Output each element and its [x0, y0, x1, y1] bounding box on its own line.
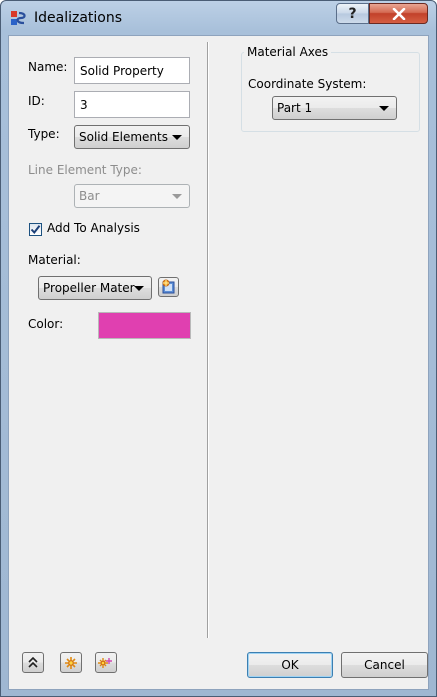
coordinate-system-value: Part 1 [277, 101, 313, 115]
material-dropdown-value: Propeller Mater [43, 281, 135, 295]
material-browse-button[interactable] [158, 277, 179, 297]
chevron-down-icon [134, 286, 144, 291]
type-label: Type: [28, 127, 60, 141]
coordinate-system-dropdown[interactable]: Part 1 [272, 96, 397, 120]
new-item-button[interactable] [60, 652, 82, 673]
material-axes-title: Material Axes [244, 45, 332, 59]
dialog-body: Name: Solid Property ID: 3 Type: Solid E… [8, 35, 429, 690]
material-dropdown[interactable]: Propeller Mater [38, 276, 152, 300]
cancel-button[interactable]: Cancel [341, 652, 428, 678]
add-to-analysis-label[interactable]: Add To Analysis [47, 221, 140, 235]
title-bar[interactable]: Idealizations ? [1, 1, 436, 35]
name-field-value: Solid Property [80, 63, 164, 78]
id-field-value: 3 [80, 97, 88, 112]
sparkle-new-icon [65, 656, 77, 669]
ok-button[interactable]: OK [247, 652, 333, 678]
material-axes-group [241, 52, 420, 132]
ok-button-label: OK [281, 658, 299, 672]
chevron-down-icon [172, 194, 182, 199]
name-label: Name: [28, 60, 68, 74]
chevron-down-icon [172, 135, 182, 140]
color-swatch[interactable] [98, 312, 191, 339]
line-element-type-label: Line Element Type: [28, 163, 142, 177]
idealizations-app-icon [11, 11, 26, 25]
idealizations-dialog: Idealizations ? Name: Solid Property ID:… [0, 0, 437, 697]
cancel-button-label: Cancel [364, 658, 405, 672]
id-field[interactable]: 3 [74, 91, 190, 118]
material-label: Material: [28, 253, 81, 267]
color-label: Color: [28, 317, 64, 331]
checkmark-icon [30, 225, 41, 235]
double-chevron-up-icon [28, 656, 38, 668]
collapse-button[interactable] [22, 652, 44, 673]
coordinate-system-label: Coordinate System: [248, 77, 367, 91]
column-divider [207, 42, 209, 638]
type-dropdown[interactable]: Solid Elements [74, 125, 190, 149]
close-button[interactable] [369, 3, 428, 24]
new-multiple-button[interactable] [95, 652, 117, 673]
add-to-analysis-checkbox[interactable] [29, 223, 42, 236]
help-button[interactable]: ? [336, 3, 369, 24]
window-title: Idealizations [34, 10, 123, 26]
id-label: ID: [28, 94, 45, 108]
line-element-type-value: Bar [79, 189, 100, 203]
material-library-icon [162, 279, 174, 294]
help-icon: ? [348, 5, 357, 22]
line-element-type-dropdown[interactable]: Bar [74, 184, 190, 208]
sparkle-multiple-icon [98, 657, 112, 668]
type-dropdown-value: Solid Elements [79, 130, 168, 144]
name-field[interactable]: Solid Property [74, 57, 190, 84]
chevron-down-icon [379, 106, 389, 111]
close-icon [392, 7, 405, 20]
